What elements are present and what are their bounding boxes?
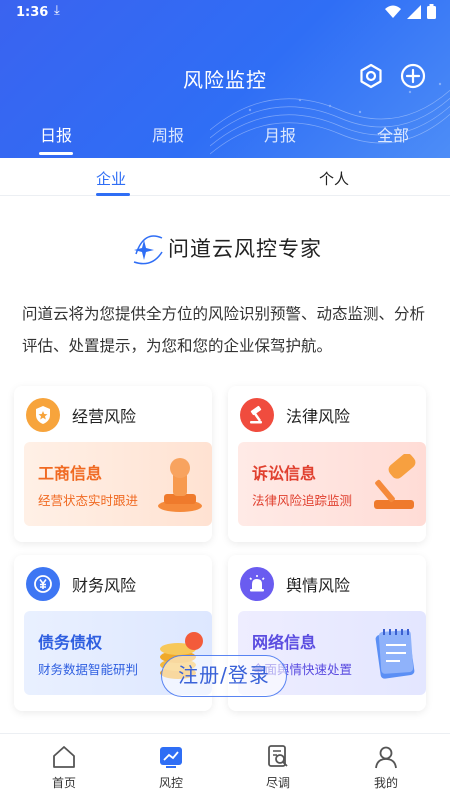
risk-card-subtitle: 债务债权 bbox=[38, 633, 103, 652]
nav-profile[interactable]: 我的 bbox=[354, 744, 418, 791]
nav-label: 首页 bbox=[51, 776, 76, 790]
period-tabs: 日报 周报 月报 全部 bbox=[0, 108, 450, 158]
sparkle-icon bbox=[133, 235, 163, 265]
risk-card-operation[interactable]: 经营风险 工商信息 经营状态实时跟进 bbox=[14, 386, 212, 542]
gavel-illustration bbox=[374, 454, 416, 509]
bottom-nav: 首页 风控 尽调 我的 bbox=[0, 733, 450, 800]
risk-card-desc: 财务数据智能研判 bbox=[38, 662, 139, 677]
tab-daily[interactable]: 日报 bbox=[40, 122, 72, 146]
settings-icon[interactable] bbox=[357, 62, 385, 90]
expert-banner: 问道云风控专家 bbox=[130, 228, 322, 268]
sub-tabs: 企业 个人 bbox=[0, 158, 450, 196]
risk-card-subtitle: 网络信息 bbox=[252, 633, 317, 652]
tab-enterprise[interactable]: 企业 bbox=[96, 168, 126, 189]
tab-personal[interactable]: 个人 bbox=[319, 168, 349, 189]
risk-card-title: 舆情风险 bbox=[286, 576, 351, 595]
chart-icon bbox=[160, 747, 182, 768]
alarm-icon bbox=[240, 567, 274, 601]
nav-label: 尽调 bbox=[265, 776, 290, 790]
tab-monthly[interactable]: 月报 bbox=[264, 122, 296, 146]
header: 1:36 ⤓ 风险监控 日报 周报 月报 全部 bbox=[0, 0, 450, 158]
nav-risk-control[interactable]: 风控 bbox=[139, 744, 203, 791]
risk-card-subtitle: 诉讼信息 bbox=[252, 464, 317, 483]
risk-card-desc: 经营状态实时跟进 bbox=[38, 493, 139, 508]
battery-icon bbox=[427, 4, 436, 19]
gavel-icon bbox=[240, 398, 274, 432]
badge-icon bbox=[26, 398, 60, 432]
intro-text: 问道云将为您提供全方位的风险识别预警、动态监测、分析评估、处置提示，为您和您的企… bbox=[22, 305, 426, 355]
person-icon bbox=[375, 746, 397, 769]
nav-label: 风控 bbox=[158, 776, 183, 790]
active-subtab-indicator bbox=[96, 193, 130, 196]
home-icon bbox=[53, 746, 75, 768]
active-tab-indicator bbox=[39, 152, 73, 155]
wifi-icon bbox=[385, 5, 401, 18]
risk-card-title: 法律风险 bbox=[286, 407, 351, 426]
tab-weekly[interactable]: 周报 bbox=[152, 122, 184, 146]
signal-icon bbox=[407, 4, 421, 19]
yen-icon bbox=[26, 567, 60, 601]
nav-due-diligence[interactable]: 尽调 bbox=[246, 744, 310, 791]
tab-all[interactable]: 全部 bbox=[377, 122, 409, 146]
add-icon[interactable] bbox=[399, 62, 427, 90]
register-login-button[interactable]: 注册/登录 bbox=[161, 655, 287, 697]
expert-title: 问道云风控专家 bbox=[168, 237, 322, 261]
status-bar: 1:36 ⤓ bbox=[0, 0, 450, 26]
download-icon: ⤓ bbox=[54, 3, 60, 18]
nav-label: 我的 bbox=[373, 776, 398, 790]
notepad-icon bbox=[375, 629, 415, 679]
stamp-icon bbox=[158, 458, 202, 512]
risk-card-legal[interactable]: 法律风险 诉讼信息 法律风险追踪监测 bbox=[228, 386, 426, 542]
status-time: 1:36 bbox=[16, 5, 49, 20]
nav-home[interactable]: 首页 bbox=[32, 744, 96, 791]
risk-card-title: 经营风险 bbox=[72, 407, 137, 426]
risk-card-subtitle: 工商信息 bbox=[38, 464, 103, 483]
risk-card-desc: 法律风险追踪监测 bbox=[252, 493, 353, 508]
search-document-icon bbox=[268, 745, 288, 767]
risk-card-title: 财务风险 bbox=[72, 576, 137, 595]
